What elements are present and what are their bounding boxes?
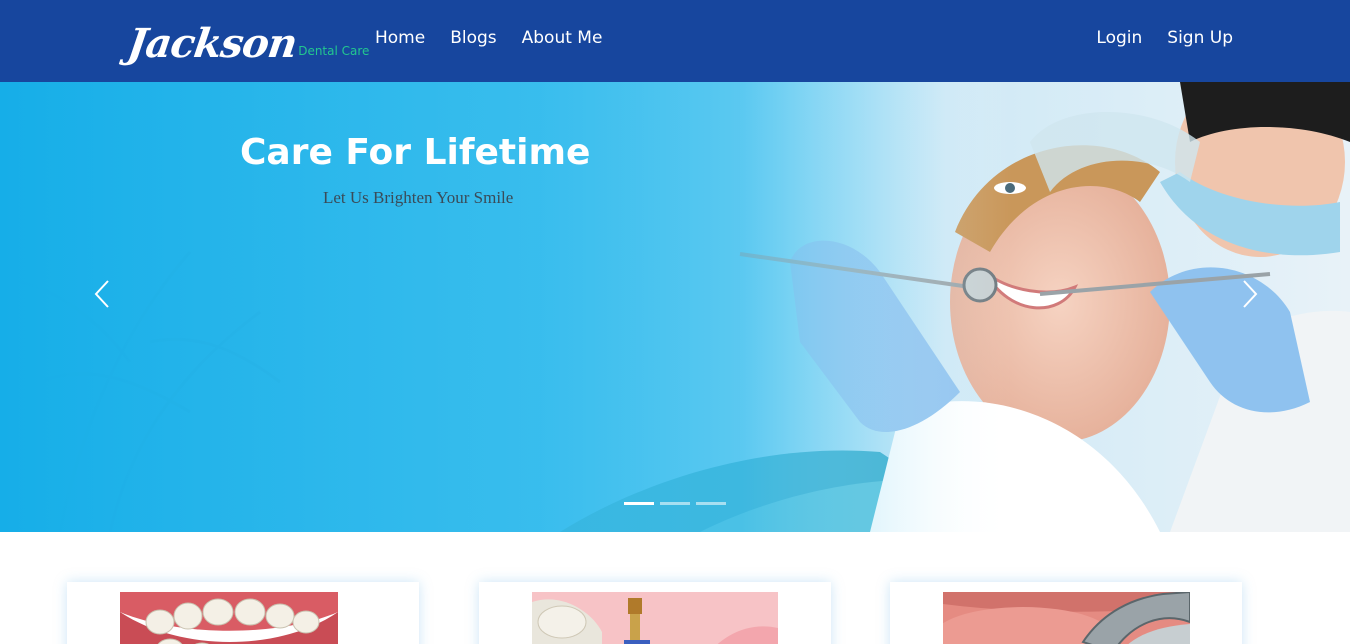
hero-dentist-image: [0, 82, 1350, 532]
brand-subtitle: Dental Care: [298, 44, 370, 58]
dental-procedure-image: [943, 592, 1190, 644]
carousel-next-button[interactable]: [1236, 274, 1264, 314]
navbar: Jackson Dental Care Home Blogs About Me …: [0, 0, 1350, 82]
hero-subtitle: Let Us Brighten Your Smile: [323, 188, 514, 207]
login-link[interactable]: Login: [1096, 28, 1142, 48]
hero-title: Care For Lifetime: [240, 132, 591, 173]
hero-carousel: Care For Lifetime Let Us Brighten Your S…: [0, 82, 1350, 532]
carousel-indicator-3[interactable]: [696, 502, 726, 505]
carousel-prev-button[interactable]: [88, 274, 116, 314]
brand-logo: Jackson: [124, 20, 300, 67]
nav-home-link[interactable]: Home: [375, 28, 425, 48]
nav-blogs-link[interactable]: Blogs: [450, 28, 496, 48]
service-card-3[interactable]: [890, 582, 1242, 644]
dental-implant-image: [532, 592, 778, 644]
carousel-indicator-2[interactable]: [660, 502, 690, 505]
service-card-2[interactable]: [479, 582, 831, 644]
chevron-left-icon: [94, 280, 109, 308]
signup-link[interactable]: Sign Up: [1167, 28, 1233, 48]
teeth-model-image: [120, 592, 338, 644]
nav-about-link[interactable]: About Me: [522, 28, 603, 48]
services-section: [0, 532, 1350, 644]
carousel-indicators: [624, 502, 726, 505]
brand-link[interactable]: Jackson Dental Care: [125, 10, 370, 70]
auth-nav: Login Sign Up: [1096, 28, 1233, 48]
chevron-right-icon: [1243, 280, 1258, 308]
carousel-indicator-1[interactable]: [624, 502, 654, 505]
main-nav: Home Blogs About Me: [375, 28, 602, 48]
service-card-1[interactable]: [67, 582, 419, 644]
